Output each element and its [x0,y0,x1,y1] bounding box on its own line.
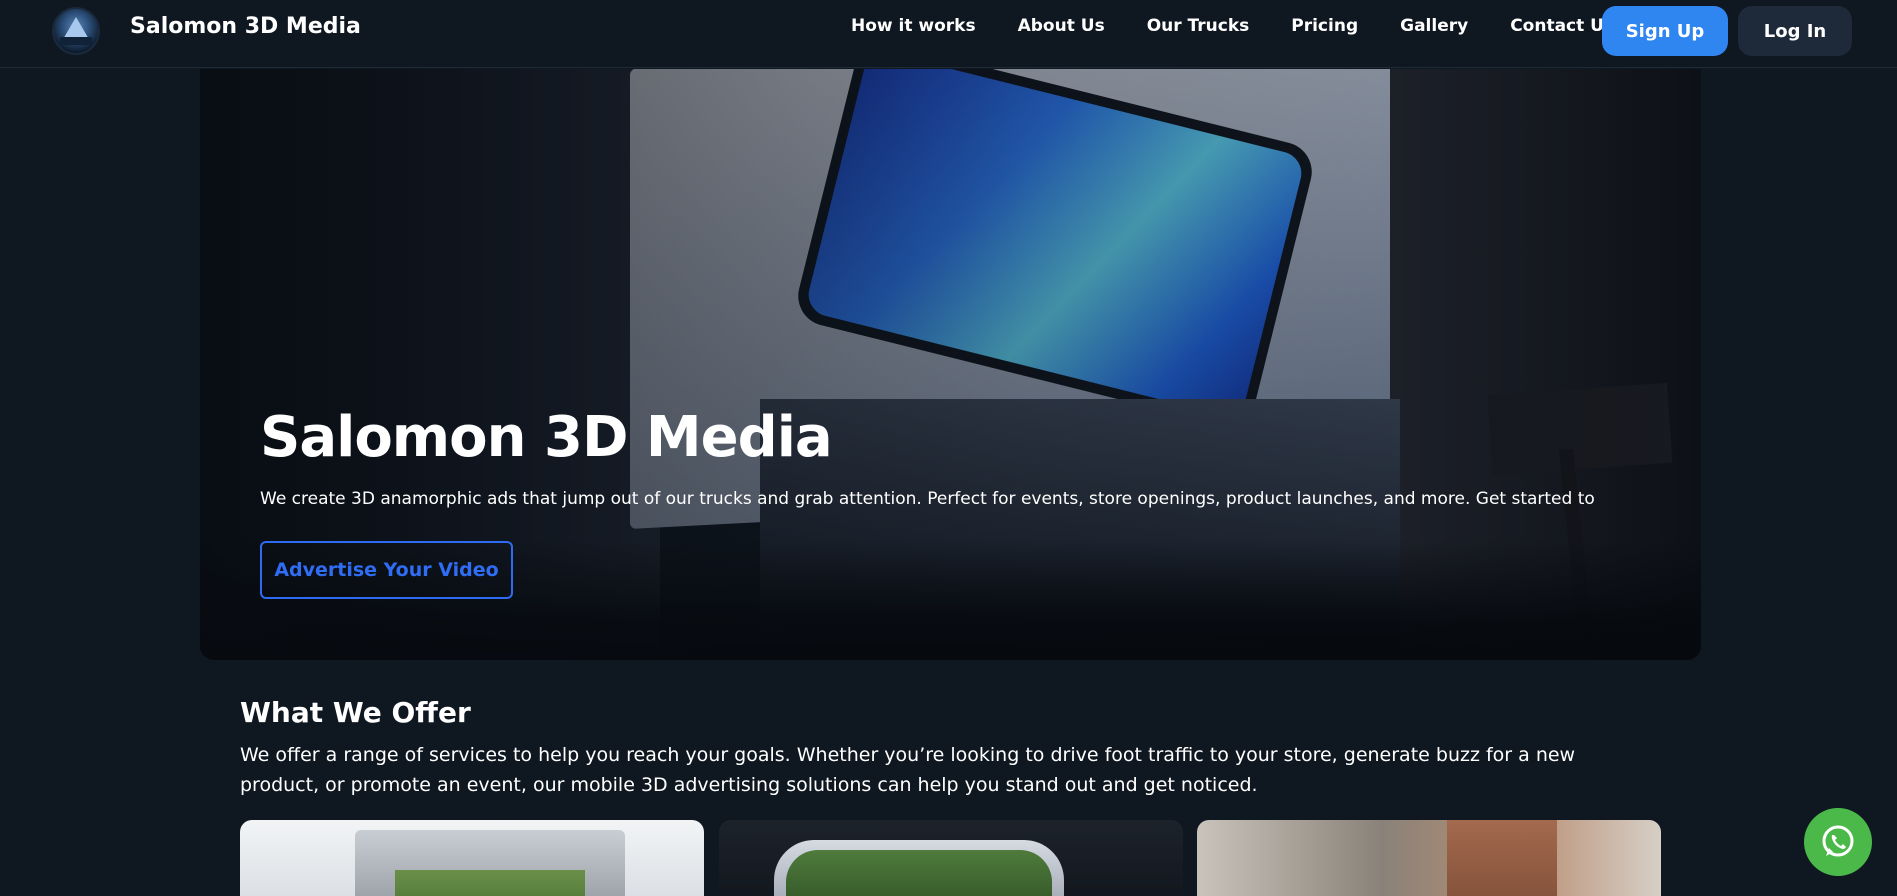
log-in-button[interactable]: Log In [1738,6,1852,56]
top-navbar: Salomon 3D Media How it works About Us O… [0,0,1897,68]
mountain-logo-icon[interactable] [52,7,100,55]
billboard-frame-image [774,840,1064,896]
nav-how-it-works[interactable]: How it works [851,16,976,36]
whatsapp-icon [1822,825,1854,857]
truck-image [355,830,625,896]
nav-pricing[interactable]: Pricing [1291,16,1358,36]
offer-card-billboard[interactable] [719,820,1183,896]
nav-about-us[interactable]: About Us [1018,16,1105,36]
logo-band [60,37,92,45]
hero-banner: Salomon 3D Media We create 3D anamorphic… [200,69,1701,660]
brand-name[interactable]: Salomon 3D Media [130,14,361,39]
offer-card-truck[interactable] [240,820,704,896]
street-building-image [1447,820,1557,896]
sign-up-button[interactable]: Sign Up [1602,6,1728,56]
nav-gallery[interactable]: Gallery [1400,16,1468,36]
whatsapp-button[interactable] [1804,808,1872,876]
offer-description: We offer a range of services to help you… [240,744,1576,796]
hero-title: Salomon 3D Media [260,405,833,470]
nav-links: How it works About Us Our Trucks Pricing… [851,16,1656,36]
offer-card-street[interactable] [1197,820,1661,896]
offer-heading: What We Offer [240,696,471,729]
billboard-screen [786,850,1052,896]
nav-our-trucks[interactable]: Our Trucks [1147,16,1250,36]
truck-screen [395,870,585,896]
hero-description: We create 3D anamorphic ads that jump ou… [260,489,1595,509]
advertise-video-button[interactable]: Advertise Your Video [260,541,513,599]
nav-contact-us[interactable]: Contact Us [1510,16,1614,36]
